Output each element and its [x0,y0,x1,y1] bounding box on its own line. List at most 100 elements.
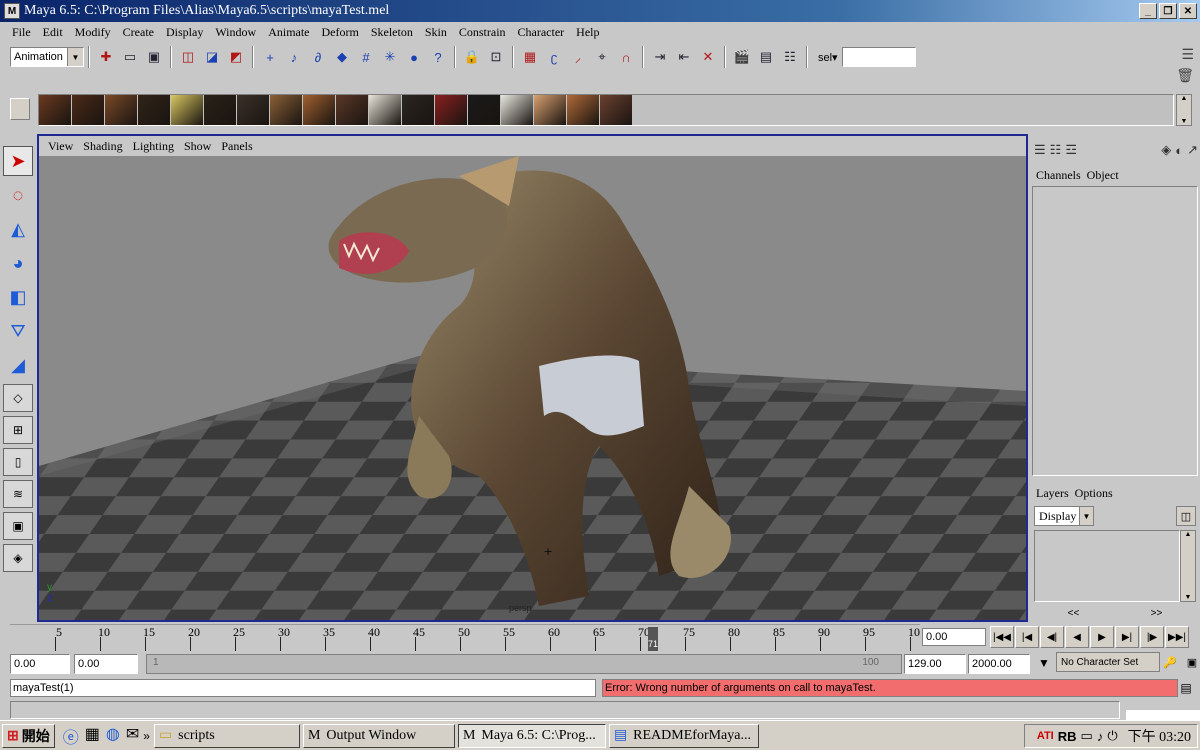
hair-preset-icon[interactable] [138,95,170,125]
panel-menu-panels[interactable]: Panels [216,139,257,154]
persp-graph-layout-icon[interactable]: ≋ [3,480,33,508]
ati-icon[interactable]: ATI [1037,730,1054,742]
hair-preset-icon[interactable] [270,95,302,125]
layers-menu[interactable]: Layers [1036,486,1069,501]
range-slider[interactable]: 1 100 [146,654,902,674]
snap-point-icon[interactable]: ⸝ [567,46,589,68]
panel-menu-shading[interactable]: Shading [78,139,127,154]
select-surfaces-icon[interactable]: ◆ [331,46,353,68]
quick-selection-label[interactable]: sel▾ [818,51,838,64]
hair-preset-icon[interactable] [171,95,203,125]
script-editor-icon[interactable]: ▤ [1178,679,1194,697]
layer-nav-left[interactable]: << [1068,608,1080,622]
animation-preferences-icon[interactable]: ▣ [1184,652,1200,672]
step-back-key-icon[interactable]: |◀ [1015,626,1039,648]
step-forward-frame-icon[interactable]: ▶| [1115,626,1139,648]
lock-selection-icon[interactable]: 🔒 [461,46,483,68]
monitor-icon[interactable]: ▭ [1081,728,1093,744]
toggle-editor-icon[interactable]: ☰ [1181,46,1194,63]
snap-curve-icon[interactable]: ʗ [543,46,565,68]
scene-render[interactable]: persp + y z [39,156,1026,620]
persp-outliner-layout-icon[interactable]: ▯ [3,448,33,476]
menu-help[interactable]: Help [570,25,605,40]
select-deformations-icon[interactable]: # [355,46,377,68]
hair-preset-icon[interactable] [534,95,566,125]
playback-end-field[interactable]: 129.00 [904,654,966,674]
minimize-button[interactable]: _ [1139,3,1157,19]
select-handles-icon[interactable]: + [259,46,281,68]
hair-preset-icon[interactable] [435,95,467,125]
hypershade-layout-icon[interactable]: ▣ [3,512,33,540]
panel-menu-lighting[interactable]: Lighting [128,139,179,154]
hair-preset-icon[interactable] [468,95,500,125]
menu-create[interactable]: Create [117,25,160,40]
menu-modify[interactable]: Modify [69,25,117,40]
speaker-icon[interactable]: ♪ [1097,729,1104,744]
render-globals-icon[interactable]: ☷ [779,46,801,68]
hair-preset-icon[interactable] [237,95,269,125]
move-manip-icon[interactable]: ↗ [1187,142,1198,158]
trash-icon[interactable]: 🗑 [1176,67,1194,84]
select-by-component-icon[interactable]: ◩ [225,46,247,68]
maya-app-icon[interactable]: M [4,3,20,19]
menu-file[interactable]: File [6,25,37,40]
open-scene-icon[interactable]: ▭ [119,46,141,68]
select-dynamics-icon[interactable]: ✳ [379,46,401,68]
hair-preset-icon[interactable] [39,95,71,125]
hair-preset-icon[interactable] [600,95,632,125]
highlight-selection-icon[interactable]: ⊡ [485,46,507,68]
hair-preset-icon[interactable] [72,95,104,125]
select-by-hierarchy-icon[interactable]: ◫ [177,46,199,68]
create-layer-icon[interactable]: ◫ [1176,506,1196,526]
hair-preset-icon[interactable] [336,95,368,125]
restore-button[interactable]: ❐ [1159,3,1177,19]
power-icon[interactable]: ⏻ [1107,728,1117,744]
time-slider[interactable]: 5 10 15 20 25 30 35 40 45 50 55 60 65 70 75 80 85 90 95 10 7… [10,624,920,652]
chevron-down-icon[interactable]: ▼ [1034,654,1054,672]
select-misc-icon[interactable]: ? [427,46,449,68]
make-live-icon[interactable]: ∩ [615,46,637,68]
input-ops-icon[interactable]: ⇥ [649,46,671,68]
command-input[interactable]: mayaTest(1) [10,679,596,697]
quick-launch-more-icon[interactable]: » [143,729,150,743]
lasso-tool-icon[interactable]: ◌ [3,180,33,210]
channel-list[interactable] [1032,186,1198,476]
task-readme[interactable]: ▤ READMEforMaya... [608,723,759,748]
options-menu[interactable]: Options [1075,486,1113,501]
globe-icon[interactable]: ◍ [106,724,120,748]
menu-set-select[interactable]: Animation ▼ [10,47,84,67]
scroll-up-icon[interactable]: ▲ [1185,531,1192,538]
single-perspective-layout-icon[interactable]: ◇ [3,384,33,412]
menu-deform[interactable]: Deform [316,25,365,40]
current-time-field[interactable]: 0.00 [922,628,986,646]
hair-preset-icon[interactable] [567,95,599,125]
hair-preset-icon[interactable] [402,95,434,125]
scroll-down-icon[interactable]: ▼ [1185,594,1192,601]
layer-nav-right[interactable]: >> [1151,608,1163,622]
manipulator-tool-icon[interactable]: ⛛ [3,316,33,346]
select-curves-icon[interactable]: ∂ [307,46,329,68]
auto-key-icon[interactable]: 🔑 [1158,652,1182,672]
select-tool-icon[interactable]: ➤ [3,146,33,176]
network-icon[interactable]: ▦ [85,724,100,748]
close-button[interactable]: ✕ [1179,3,1197,19]
step-back-frame-icon[interactable]: ◀| [1040,626,1064,648]
character-set-select[interactable]: No Character Set [1056,652,1160,672]
playback-start-field[interactable]: 0.00 [74,654,138,674]
menu-skin[interactable]: Skin [419,25,453,40]
persp-trax-layout-icon[interactable]: ◈ [3,544,33,572]
construction-history-icon[interactable]: ✕ [697,46,719,68]
attribute-editor-icon[interactable]: ◈ [1161,142,1171,158]
go-to-end-icon[interactable]: ▶▶| [1165,626,1189,648]
move-tool-icon[interactable]: ◭ [3,214,33,244]
rotate-tool-icon[interactable]: ◕ [3,248,33,278]
animation-end-field[interactable]: 2000.00 [968,654,1030,674]
current-time-marker[interactable]: 71 [648,627,658,651]
layer-type-select[interactable]: Display ▼ [1034,506,1094,526]
menu-character[interactable]: Character [512,25,571,40]
scroll-up-icon[interactable]: ▲ [1181,95,1188,102]
render-current-frame-icon[interactable]: 🎬 [731,46,753,68]
select-by-object-icon[interactable]: ◪ [201,46,223,68]
menu-skeleton[interactable]: Skeleton [365,25,419,40]
menu-display[interactable]: Display [160,25,209,40]
